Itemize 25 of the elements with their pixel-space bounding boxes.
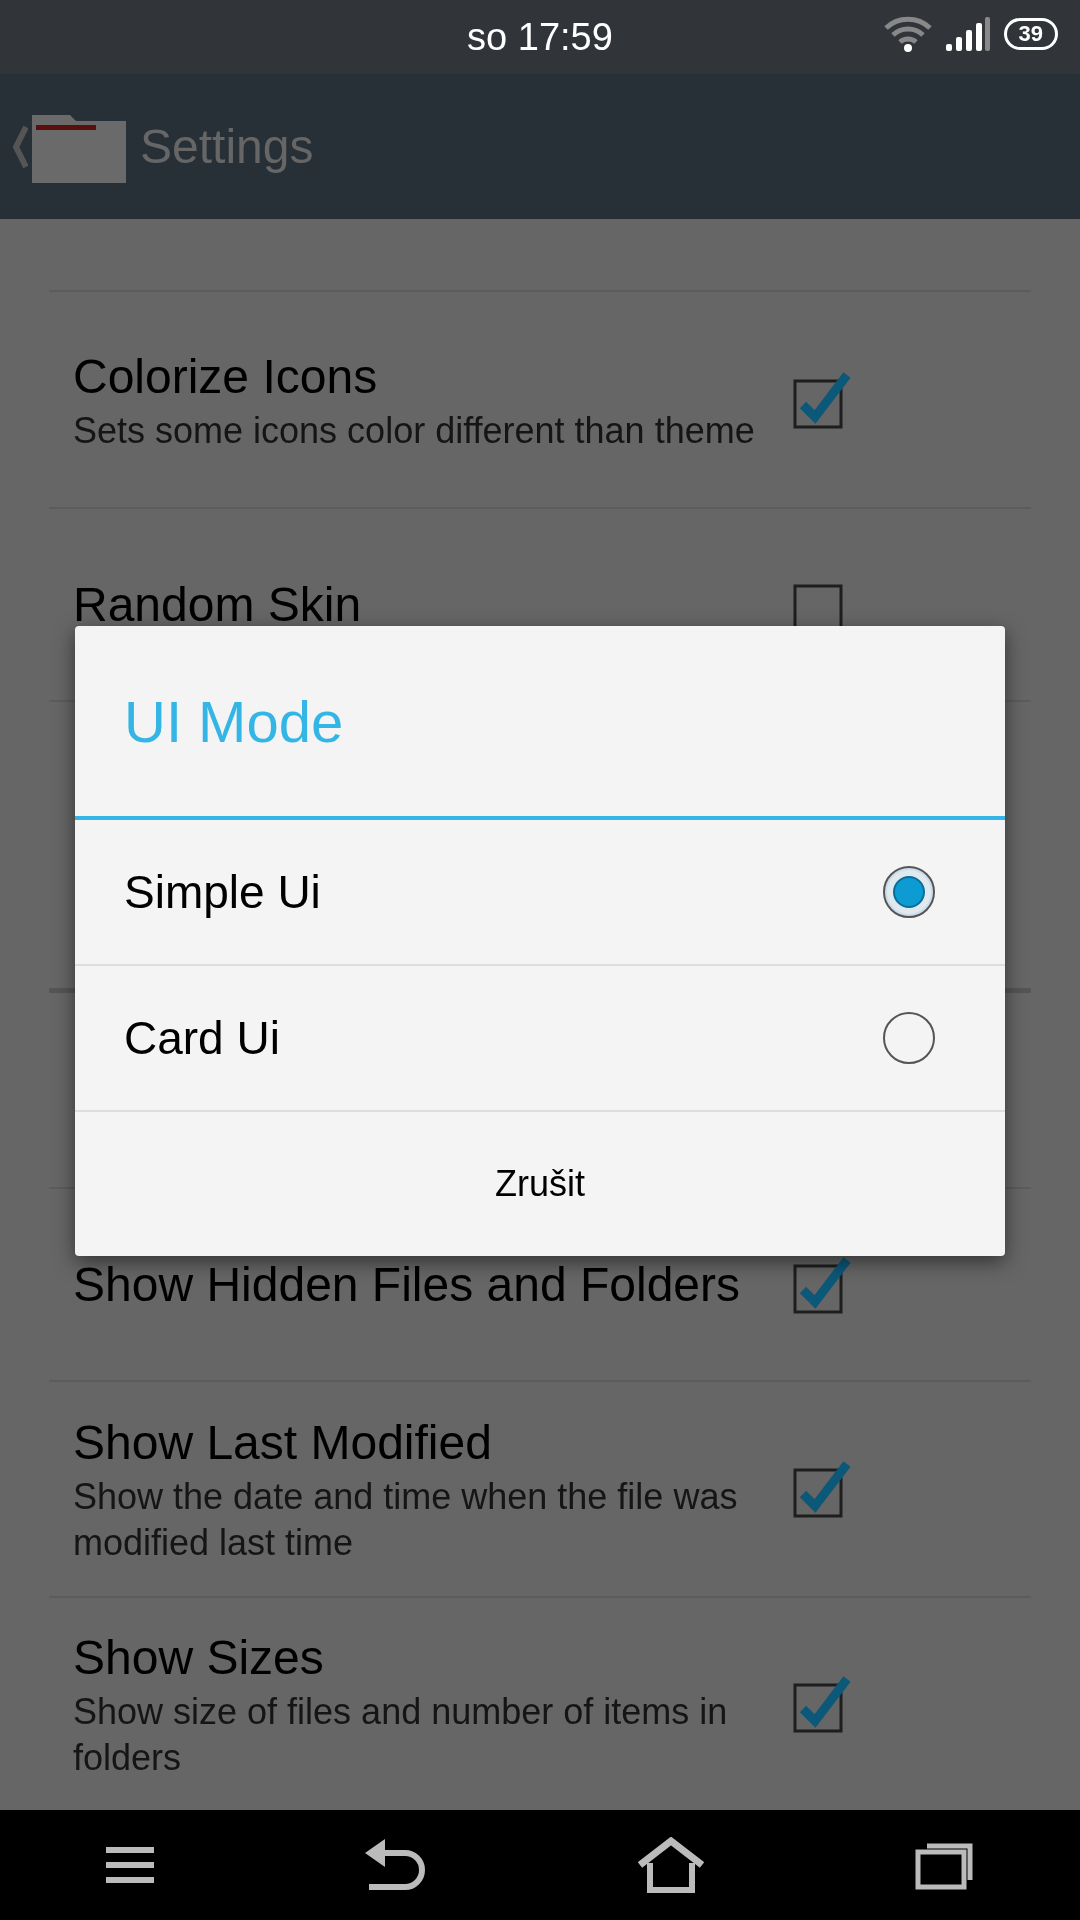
checkbox[interactable] [793,1458,853,1520]
setting-description: Show the date and time when the file was modified last time [73,1475,739,1565]
radio-button[interactable] [883,1012,935,1064]
checkbox[interactable] [793,1673,853,1735]
option-row[interactable]: Card Ui [75,966,1005,1112]
wifi-icon [883,16,932,52]
screen-title: Settings [140,118,314,175]
back-icon[interactable] [364,1839,427,1891]
setting-title: Show Hidden Files and Folders [73,1256,741,1313]
dialog-title: UI Mode [75,626,1005,820]
option-label: Simple Ui [124,864,321,920]
cancel-button[interactable]: Zrušit [75,1112,1005,1256]
radio-button[interactable] [883,866,935,918]
setting-title: Colorize Icons [73,348,379,405]
battery-indicator: 39 [1003,18,1058,50]
clock: so 17:59 [467,15,613,60]
home-icon[interactable] [637,1837,704,1893]
setting-description: Show size of files and number of items in folders [73,1690,729,1780]
setting-title: Show Sizes [73,1630,325,1686]
setting-description: Sets some icons color different than theme [73,408,756,453]
menu-icon[interactable] [105,1845,154,1885]
option-row[interactable]: Simple Ui [75,820,1005,966]
setting-title: Show Last Modified [73,1415,493,1471]
signal-icon [945,17,990,51]
option-label: Card Ui [124,1010,280,1066]
